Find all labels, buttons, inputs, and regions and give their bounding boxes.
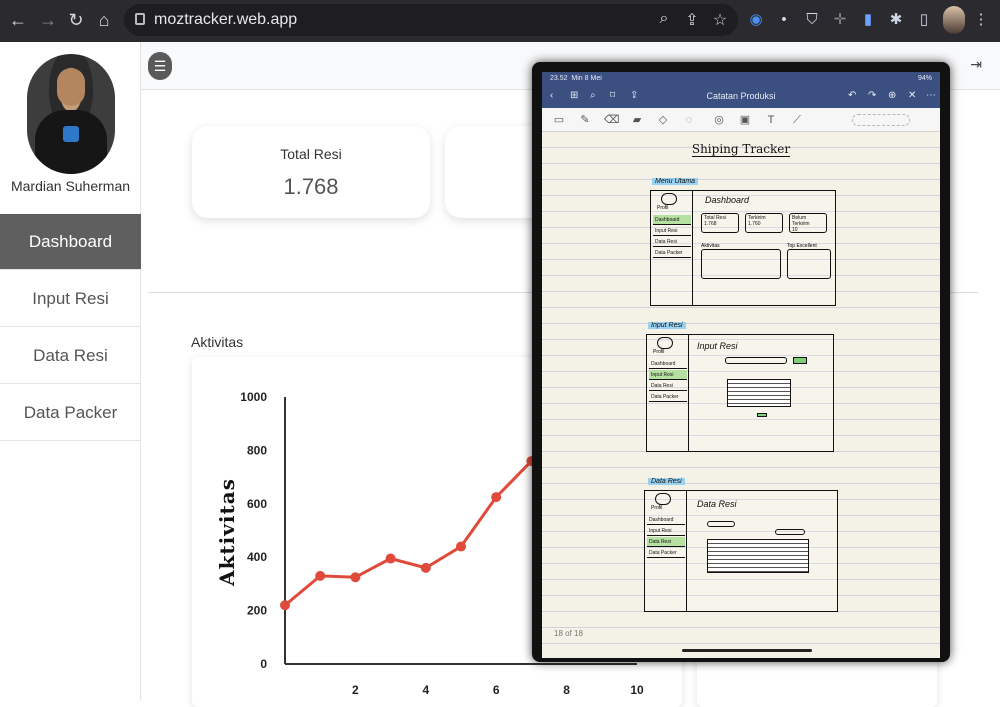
sketch-section-label: Input Resi [648, 322, 686, 329]
chart-ytick-label: 1000 [240, 390, 267, 404]
pen-icon[interactable]: ✎ [578, 113, 592, 127]
text-icon[interactable]: T [764, 113, 778, 127]
card-title: Total Resi [280, 146, 342, 162]
chart-point [420, 562, 431, 573]
home-icon[interactable]: ⌂ [92, 8, 116, 32]
address-bar[interactable]: moztracker.web.app ⌕ ⇪ ☆ [124, 4, 738, 36]
forward-arrow-icon[interactable]: → [36, 8, 60, 32]
sidebar-icon[interactable]: ▯ [913, 8, 935, 32]
reload-icon[interactable]: ↻ [64, 8, 88, 32]
lock-icon [135, 13, 145, 25]
tool-pill[interactable] [852, 114, 910, 126]
user-name: Mardian Suherman [10, 178, 131, 194]
home-indicator [682, 649, 812, 652]
status-battery: 94% [917, 75, 932, 82]
chart-ylabel: Aktivitas [215, 478, 239, 587]
sketch-section-label: Menu Utama [652, 178, 699, 185]
chart-ytick-label: 400 [247, 550, 267, 564]
avatar [27, 54, 115, 174]
extension-dot-icon[interactable]: • [773, 8, 795, 32]
chart-ytick-label: 600 [247, 497, 267, 511]
puzzle-icon[interactable]: ✱ [885, 8, 907, 32]
chart-series-line [284, 460, 533, 607]
tablet-doc-title: Catatan Produksi [706, 91, 776, 101]
tablet-tools-bar: ▭ ✎ ⌫ ▰ ◇ ◌ ◎ ▣ T ⟋ [542, 108, 940, 132]
stat-card-total-resi: Total Resi 1.768 [192, 126, 430, 218]
chart-ytick-label: 200 [247, 604, 267, 618]
chart-point [315, 570, 326, 581]
chart-point [456, 541, 466, 552]
menu-dots-icon[interactable]: ⋮ [970, 8, 992, 32]
pages-icon[interactable]: ▭ [552, 113, 566, 127]
wireframe-dashboard: Profil Dashboard Input Resi Data Resi Da… [650, 190, 836, 306]
extension-cross-icon[interactable]: ✛ [829, 8, 851, 32]
eye-icon[interactable]: ◎ [712, 113, 726, 127]
eraser-icon[interactable]: ⌫ [604, 113, 620, 127]
tablet-overlay: 23.52 Min 8 Mei 94% ‹ ⊞ ⌕ ⌑ ⇪ Catatan Pr… [532, 62, 950, 662]
chart-xtick-label: 8 [563, 683, 570, 697]
shapes-icon[interactable]: ◇ [656, 113, 670, 127]
browser-toolbar: ← → ↻ ⌂ moztracker.web.app ⌕ ⇪ ☆ ◉ • ⛉ ✛… [0, 0, 1000, 42]
add-page-icon[interactable]: ⊕ [888, 90, 896, 101]
logout-icon[interactable]: ⇥ [970, 56, 982, 73]
notebook-page: Shiping Tracker Menu Utama Profil Dashbo… [542, 132, 940, 658]
sidebar-item-input-resi[interactable]: Input Resi [0, 271, 141, 327]
lasso-icon[interactable]: ◌ [682, 113, 696, 127]
chart-xtick-label: 2 [352, 683, 359, 697]
chart-point [350, 572, 361, 583]
chart-ytick-label: 800 [247, 443, 267, 457]
section-label: Aktivitas [191, 334, 244, 350]
sidebar-item-dashboard[interactable]: Dashboard [0, 214, 141, 270]
chart-xtick-label: 10 [630, 683, 644, 697]
extension-blue-icon[interactable]: ◉ [745, 8, 767, 32]
laser-icon[interactable]: ⟋ [790, 113, 804, 127]
extension-file-icon[interactable]: ▮ [857, 8, 879, 32]
sketch-section-label: Data Resi [648, 478, 685, 485]
zoom-icon[interactable]: ⌕ [654, 10, 674, 28]
menu-toggle-icon[interactable]: ☰ [148, 52, 172, 80]
chart-ytick-label: 0 [260, 657, 267, 671]
card-value: 1.768 [283, 174, 339, 199]
image-icon[interactable]: ▣ [738, 113, 752, 127]
undo-icon[interactable]: ↶ [848, 90, 856, 101]
tablet-status-bar: 23.52 Min 8 Mei 94% [542, 72, 940, 86]
sidebar: Mardian Suherman Dashboard Input Resi Da… [0, 42, 141, 700]
url-text: moztracker.web.app [154, 11, 298, 28]
page-count: 18 of 18 [554, 629, 583, 638]
tablet-nav-bar: ‹ ⊞ ⌕ ⌑ ⇪ Catatan Produksi ↶ ↷ ⊕ ✕ ⋯ [542, 86, 940, 108]
chart-xtick-label: 4 [422, 683, 429, 697]
status-date: Min 8 Mei [571, 75, 602, 82]
chart-point [491, 492, 502, 503]
close-icon[interactable]: ✕ [908, 90, 916, 101]
extension-shield-icon[interactable]: ⛉ [801, 8, 823, 32]
star-icon[interactable]: ☆ [710, 10, 730, 30]
sidebar-item-data-packer[interactable]: Data Packer [0, 385, 141, 441]
highlighter-icon[interactable]: ▰ [630, 113, 644, 127]
chart-point [385, 553, 396, 564]
wireframe-data-resi: Profil Dashboard Input Resi Data Resi Da… [644, 490, 838, 612]
profile-avatar[interactable] [943, 6, 965, 34]
share-icon[interactable]: ⇪ [682, 10, 702, 30]
chart-point [280, 600, 290, 611]
more-icon[interactable]: ⋯ [926, 90, 936, 101]
chart-xtick-label: 6 [493, 683, 500, 697]
back-arrow-icon[interactable]: ← [6, 8, 30, 32]
redo-icon[interactable]: ↷ [868, 90, 876, 101]
wireframe-input-resi: Profil Dashboard Input Resi Data Resi Da… [646, 334, 834, 452]
sidebar-item-data-resi[interactable]: Data Resi [0, 328, 141, 384]
status-time: 23.52 [550, 75, 568, 82]
sketch-title: Shiping Tracker [691, 142, 791, 157]
